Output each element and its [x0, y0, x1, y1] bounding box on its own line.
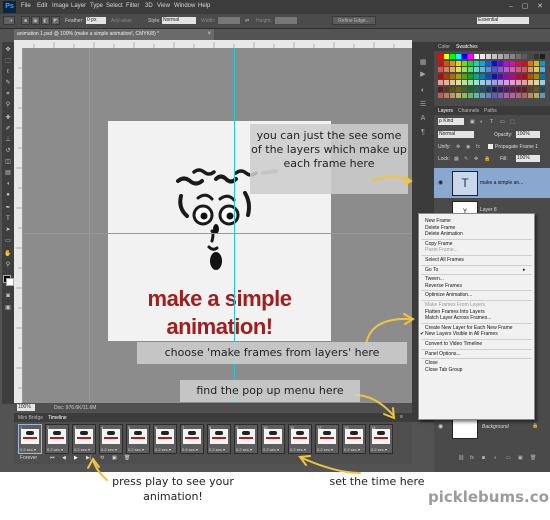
- annotation-play: press play to see your animation!: [108, 474, 238, 504]
- picklebums-logo: picklebums.com: [428, 488, 550, 506]
- callout-choose-text: choose 'make frames from layers' here: [164, 346, 380, 359]
- annotation-arrows: [87, 175, 415, 481]
- callout-choose: choose 'make frames from layers' here: [137, 342, 407, 364]
- callout-popup-text: find the pop up menu here: [196, 384, 344, 397]
- picklebums-logo-text: picklebums.com: [428, 488, 550, 506]
- callout-popup: find the pop up menu here: [180, 380, 360, 402]
- annotation-time: set the time here: [312, 474, 442, 489]
- annotation-time-text: set the time here: [329, 475, 425, 488]
- annotation-play-text: press play to see your animation!: [112, 475, 234, 503]
